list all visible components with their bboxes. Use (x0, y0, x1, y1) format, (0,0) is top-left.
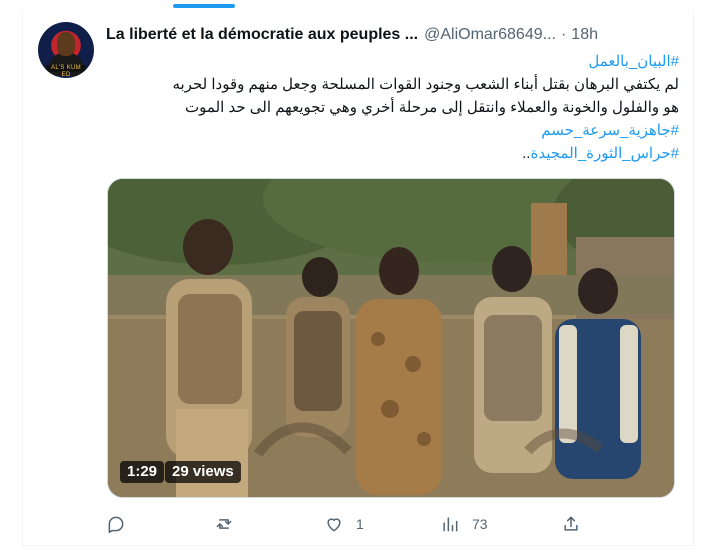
video-duration-badge: 1:29 (120, 461, 165, 483)
repost-icon (216, 519, 232, 529)
video-thumbnail[interactable]: 1:29 29 views (107, 178, 675, 498)
like-count: 1 (356, 516, 364, 532)
repost-button[interactable] (214, 510, 246, 538)
views-button[interactable]: 73 (440, 510, 488, 538)
reply-button[interactable] (106, 510, 138, 538)
heart-icon (327, 518, 341, 532)
share-icon (564, 516, 578, 531)
hashtag-link[interactable]: #جاهزية_سرعة_حسم (106, 119, 679, 142)
tweet-actions: 1 73 (106, 510, 596, 538)
video-views-badge: 29 views (165, 461, 241, 483)
avatar-label: AL'S KUM ED (46, 65, 86, 78)
like-button[interactable]: 1 (324, 510, 364, 538)
user-handle[interactable]: @AliOmar68649... (424, 26, 556, 44)
video-scene (108, 179, 674, 497)
time-separator: · (560, 26, 567, 43)
share-button[interactable] (561, 510, 593, 538)
tweet-text-line: لم يكتفي البرهان بقتل أبناء الشعب وجنود … (172, 76, 679, 93)
views-count: 73 (472, 516, 488, 532)
reply-icon (108, 516, 124, 534)
hashtag-link[interactable]: #حراس_الثورة_المجيدة (530, 145, 679, 162)
tweet-header: La liberté et la démocratie aux peuples … (106, 24, 686, 46)
hashtag-link[interactable]: #البيان_بالعمل (106, 50, 679, 73)
tweet-text-line: هو والفلول والخونة والعملاء وانتقل إلى م… (185, 99, 679, 116)
display-name[interactable]: La liberté et la démocratie aux peuples … (106, 26, 418, 44)
views-chart-icon (443, 517, 458, 532)
tweet-time[interactable]: 18h (571, 26, 598, 44)
tweet-body: #البيان_بالعمل لم يكتفي البرهان بقتل أبن… (106, 50, 679, 165)
tweet-screen: AL'S KUM ED La liberté et la démocratie … (0, 0, 716, 560)
avatar-face-shape (57, 32, 75, 56)
profile-avatar[interactable]: AL'S KUM ED (38, 22, 94, 78)
tab-indicator (173, 4, 235, 8)
